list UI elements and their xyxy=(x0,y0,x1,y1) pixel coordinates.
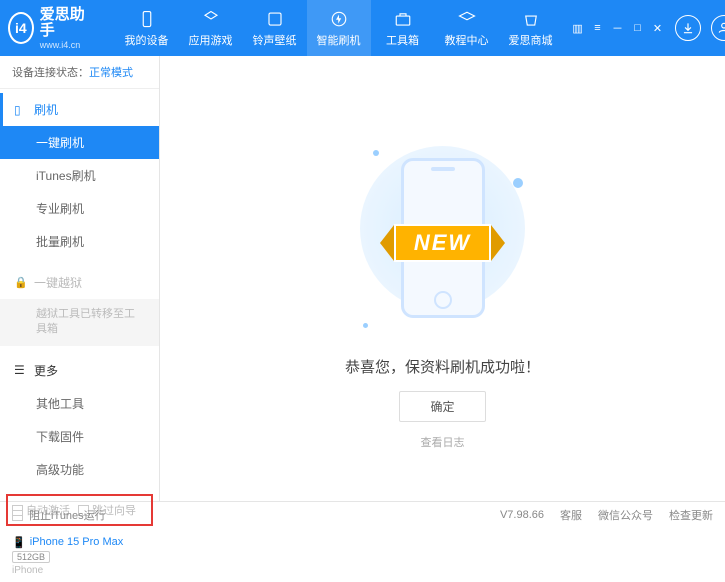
apps-icon xyxy=(201,9,221,29)
app-url: www.i4.cn xyxy=(40,40,87,50)
task-icon[interactable]: ▥ xyxy=(571,21,585,35)
sidebar-item-advanced[interactable]: 高级功能 xyxy=(0,453,159,486)
nav-toolbox[interactable]: 工具箱 xyxy=(371,0,435,56)
sidebar-item-othertools[interactable]: 其他工具 xyxy=(0,387,159,420)
new-ribbon: NEW xyxy=(353,224,533,262)
flash-icon xyxy=(329,9,349,29)
header-right: ▥ ≡ － □ ✕ xyxy=(563,15,725,41)
footer-link-update[interactable]: 检查更新 xyxy=(669,507,713,523)
minimize-icon[interactable]: － xyxy=(611,21,625,35)
nav-ringtone[interactable]: 铃声壁纸 xyxy=(243,0,307,56)
sidebar-item-oneclick[interactable]: 一键刷机 xyxy=(0,126,159,159)
window-controls: ▥ ≡ － □ ✕ xyxy=(571,21,665,35)
success-illustration: NEW xyxy=(353,138,533,338)
store-icon xyxy=(521,9,541,29)
logo-icon: i4 xyxy=(8,12,34,44)
version-label: V7.98.66 xyxy=(500,509,544,521)
phone-small-icon: 📱 xyxy=(12,536,26,549)
sidebar: 设备连接状态：正常模式 ▯刷机 一键刷机 iTunes刷机 专业刷机 批量刷机 … xyxy=(0,56,160,501)
sidebar-item-pro[interactable]: 专业刷机 xyxy=(0,192,159,225)
footer-link-wechat[interactable]: 微信公众号 xyxy=(598,507,653,523)
sidebar-jailbreak-note: 越狱工具已转移至工具箱 xyxy=(0,299,159,346)
device-storage: 512GB xyxy=(12,551,50,563)
maximize-icon[interactable]: □ xyxy=(631,21,645,35)
nav-device[interactable]: 我的设备 xyxy=(115,0,179,56)
app-header: i4 爱思助手 www.i4.cn 我的设备 应用游戏 铃声壁纸 智能刷机 工具… xyxy=(0,0,725,56)
user-button[interactable] xyxy=(711,15,725,41)
lock-icon: 🔒 xyxy=(14,276,28,289)
sidebar-jailbreak-header: 🔒一键越狱 xyxy=(0,266,159,299)
device-icon xyxy=(137,9,157,29)
top-nav: 我的设备 应用游戏 铃声壁纸 智能刷机 工具箱 教程中心 爱思商城 xyxy=(115,0,563,56)
sidebar-more-header[interactable]: ☰更多 xyxy=(0,354,159,387)
toolbox-icon xyxy=(393,9,413,29)
nav-tutorial[interactable]: 教程中心 xyxy=(435,0,499,56)
phone-icon: ▯ xyxy=(14,103,28,117)
list-icon: ☰ xyxy=(14,363,28,377)
nav-flash[interactable]: 智能刷机 xyxy=(307,0,371,56)
sidebar-flash-header[interactable]: ▯刷机 xyxy=(0,93,159,126)
ringtone-icon xyxy=(265,9,285,29)
block-itunes-checkbox[interactable]: 阻止iTunes运行 xyxy=(12,507,106,523)
confirm-button[interactable]: 确定 xyxy=(399,391,485,422)
menu-icon[interactable]: ≡ xyxy=(591,21,605,35)
download-button[interactable] xyxy=(675,15,701,41)
status-mode: 正常模式 xyxy=(89,67,133,79)
tutorial-icon xyxy=(457,9,477,29)
device-type: iPhone xyxy=(12,565,147,576)
nav-apps[interactable]: 应用游戏 xyxy=(179,0,243,56)
device-status: 设备连接状态：正常模式 xyxy=(0,56,159,89)
view-log-link[interactable]: 查看日志 xyxy=(421,434,465,450)
main-content: NEW 恭喜您，保资料刷机成功啦！ 确定 查看日志 xyxy=(160,56,725,501)
app-name: 爱思助手 xyxy=(40,7,87,40)
sidebar-item-firmware[interactable]: 下载固件 xyxy=(0,420,159,453)
device-info: 📱iPhone 15 Pro Max 512GB iPhone xyxy=(0,530,159,582)
app-logo: i4 爱思助手 www.i4.cn xyxy=(8,7,87,50)
success-message: 恭喜您，保资料刷机成功啦！ xyxy=(345,356,540,377)
footer-link-support[interactable]: 客服 xyxy=(560,507,582,523)
nav-store[interactable]: 爱思商城 xyxy=(499,0,563,56)
sidebar-item-batch[interactable]: 批量刷机 xyxy=(0,225,159,258)
device-name[interactable]: 📱iPhone 15 Pro Max xyxy=(12,536,147,549)
sidebar-item-itunes[interactable]: iTunes刷机 xyxy=(0,159,159,192)
close-icon[interactable]: ✕ xyxy=(651,21,665,35)
